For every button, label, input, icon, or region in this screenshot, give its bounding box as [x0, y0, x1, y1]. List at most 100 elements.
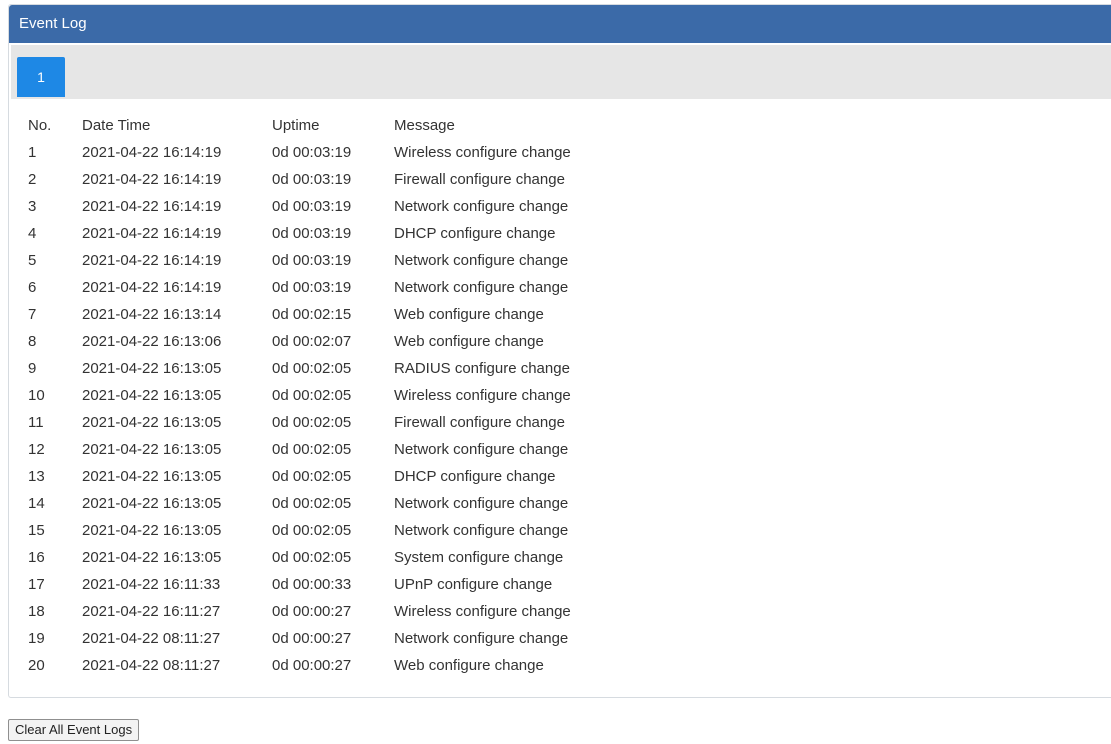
cell-no: 20 — [28, 657, 45, 674]
cell-no: 2 — [28, 171, 37, 188]
cell-no: 17 — [28, 576, 45, 593]
cell-no: 19 — [28, 630, 45, 647]
cell-no: 18 — [28, 603, 45, 620]
cell-message: UPnP configure change — [394, 576, 553, 593]
table-row: 4 2021-04-22 16:14:19 0d 00:03:19 DHCP conf… — [20, 220, 694, 247]
cell-no: 6 — [28, 279, 37, 296]
pagination-bar: 1 — [11, 45, 1111, 99]
cell-uptime: 0d 00:02:05 — [272, 522, 352, 539]
cell-message: System configure change — [394, 549, 564, 566]
cell-no: 3 — [28, 198, 37, 215]
column-header-no: No. — [28, 117, 52, 134]
cell-message: Wireless configure change — [394, 603, 571, 620]
cell-message: DHCP configure change — [394, 225, 556, 242]
table-row: 10 2021-04-22 16:13:05 0d 00:02:05 Wireless… — [20, 382, 694, 409]
table-row: 15 2021-04-22 16:13:05 0d 00:02:05 Network … — [20, 517, 694, 544]
cell-date-time: 2021-04-22 16:14:19 — [82, 171, 222, 188]
cell-message: Network configure change — [394, 630, 569, 647]
table-row: 20 2021-04-22 08:11:27 0d 00:00:27 Web conf… — [20, 652, 694, 679]
cell-no: 14 — [28, 495, 45, 512]
cell-date-time: 2021-04-22 16:13:06 — [82, 333, 222, 350]
cell-uptime: 0d 00:03:19 — [272, 225, 352, 242]
cell-date-time: 2021-04-22 16:13:05 — [82, 360, 222, 377]
cell-uptime: 0d 00:02:05 — [272, 495, 352, 512]
cell-message: Network configure change — [394, 279, 569, 296]
cell-date-time: 2021-04-22 16:14:19 — [82, 144, 222, 161]
cell-date-time: 2021-04-22 08:11:27 — [82, 657, 221, 674]
cell-uptime: 0d 00:03:19 — [272, 171, 352, 188]
cell-message: Network configure change — [394, 198, 569, 215]
column-header-date-time: Date Time — [82, 117, 151, 134]
table-row: 12 2021-04-22 16:13:05 0d 00:02:05 Network … — [20, 436, 694, 463]
cell-uptime: 0d 00:02:05 — [272, 360, 352, 377]
table-row: 8 2021-04-22 16:13:06 0d 00:02:07 Web confi… — [20, 328, 694, 355]
table-row: 17 2021-04-22 16:11:33 0d 00:00:33 UPnP con… — [20, 571, 694, 598]
cell-date-time: 2021-04-22 16:13:05 — [82, 522, 222, 539]
table-row: 18 2021-04-22 16:11:27 0d 00:00:27 Wireless… — [20, 598, 694, 625]
cell-uptime: 0d 00:03:19 — [272, 144, 352, 161]
cell-uptime: 0d 00:02:05 — [272, 549, 352, 566]
event-log-table: No. Date Time Uptime Message 1 2021-04-22… — [20, 112, 694, 679]
cell-date-time: 2021-04-22 16:13:05 — [82, 414, 222, 431]
cell-uptime: 0d 00:00:33 — [272, 576, 352, 593]
cell-message: Network configure change — [394, 495, 569, 512]
cell-message: Web configure change — [394, 306, 544, 323]
table-row: 1 2021-04-22 16:14:19 0d 00:03:19 Wireless … — [20, 139, 694, 166]
column-header-message: Message — [394, 117, 455, 134]
cell-uptime: 0d 00:03:19 — [272, 279, 352, 296]
cell-message: Wireless configure change — [394, 387, 571, 404]
table-row: 5 2021-04-22 16:14:19 0d 00:03:19 Network c… — [20, 247, 694, 274]
cell-date-time: 2021-04-22 08:11:27 — [82, 630, 221, 647]
cell-message: DHCP configure change — [394, 468, 556, 485]
cell-no: 4 — [28, 225, 37, 242]
clear-all-event-logs-button[interactable]: Clear All Event Logs — [8, 719, 140, 741]
cell-date-time: 2021-04-22 16:14:19 — [82, 252, 222, 269]
cell-no: 9 — [28, 360, 37, 377]
cell-date-time: 2021-04-22 16:13:05 — [82, 387, 222, 404]
cell-uptime: 0d 00:02:05 — [272, 468, 352, 485]
cell-uptime: 0d 00:03:19 — [272, 198, 352, 215]
table-row: 3 2021-04-22 16:14:19 0d 00:03:19 Network c… — [20, 193, 694, 220]
cell-no: 7 — [28, 306, 37, 323]
cell-uptime: 0d 00:02:05 — [272, 441, 352, 458]
table-row: 7 2021-04-22 16:13:14 0d 00:02:15 Web confi… — [20, 301, 694, 328]
cell-no: 8 — [28, 333, 37, 350]
cell-message: Wireless configure change — [394, 144, 571, 161]
cell-no: 1 — [28, 144, 37, 161]
cell-message: Web configure change — [394, 333, 544, 350]
panel-title: Event Log — [9, 5, 1111, 43]
table-row: 11 2021-04-22 16:13:05 0d 00:02:05 Firewall… — [20, 409, 694, 436]
cell-no: 16 — [28, 549, 45, 566]
cell-uptime: 0d 00:02:05 — [272, 414, 352, 431]
table-row: 16 2021-04-22 16:13:05 0d 00:02:05 System c… — [20, 544, 694, 571]
cell-uptime: 0d 00:00:27 — [272, 630, 352, 647]
cell-uptime: 0d 00:03:19 — [272, 252, 352, 269]
cell-date-time: 2021-04-22 16:13:05 — [82, 495, 222, 512]
cell-date-time: 2021-04-22 16:13:14 — [82, 306, 222, 323]
cell-date-time: 2021-04-22 16:13:05 — [82, 441, 222, 458]
cell-message: Network configure change — [394, 252, 569, 269]
cell-date-time: 2021-04-22 16:14:19 — [82, 198, 222, 215]
table-row: 14 2021-04-22 16:13:05 0d 00:02:05 Network … — [20, 490, 694, 517]
table-row: 19 2021-04-22 08:11:27 0d 00:00:27 Network … — [20, 625, 694, 652]
cell-uptime: 0d 00:00:27 — [272, 657, 352, 674]
cell-date-time: 2021-04-22 16:11:27 — [82, 603, 221, 620]
cell-message: Firewall configure change — [394, 171, 565, 188]
cell-no: 12 — [28, 441, 45, 458]
table-row: 13 2021-04-22 16:13:05 0d 00:02:05 DHCP con… — [20, 463, 694, 490]
cell-no: 11 — [28, 414, 44, 431]
cell-no: 15 — [28, 522, 45, 539]
cell-uptime: 0d 00:02:05 — [272, 387, 352, 404]
cell-no: 5 — [28, 252, 37, 269]
cell-uptime: 0d 00:02:15 — [272, 306, 352, 323]
cell-date-time: 2021-04-22 16:13:05 — [82, 549, 222, 566]
cell-message: RADIUS configure change — [394, 360, 570, 377]
page-tab-1[interactable]: 1 — [17, 57, 65, 97]
cell-date-time: 2021-04-22 16:14:19 — [82, 225, 222, 242]
cell-uptime: 0d 00:02:07 — [272, 333, 352, 350]
table-row: 6 2021-04-22 16:14:19 0d 00:03:19 Network c… — [20, 274, 694, 301]
cell-message: Network configure change — [394, 441, 569, 458]
cell-date-time: 2021-04-22 16:13:05 — [82, 468, 222, 485]
table-row: 9 2021-04-22 16:13:05 0d 00:02:05 RADIUS co… — [20, 355, 694, 382]
cell-date-time: 2021-04-22 16:14:19 — [82, 279, 222, 296]
